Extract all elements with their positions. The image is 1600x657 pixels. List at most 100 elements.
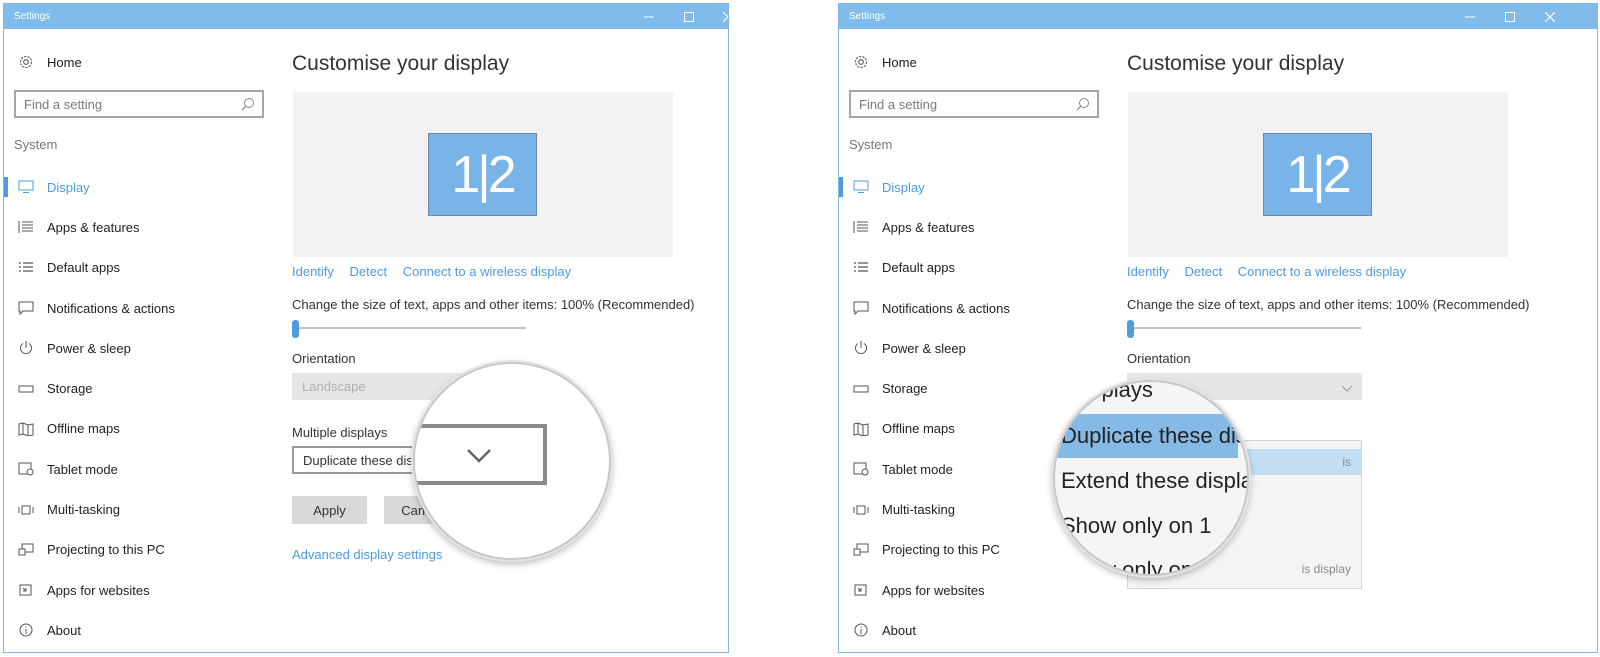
sidebar-item-label: Notifications & actions — [47, 300, 175, 316]
sidebar-item-label: Multi-tasking — [882, 502, 955, 518]
display-preview: 1|2 — [293, 92, 673, 257]
monitor-tile[interactable]: 1|2 — [1263, 133, 1372, 216]
wireless-display-link[interactable]: Connect to a wireless display — [403, 264, 571, 279]
sidebar-item-label: Apps for websites — [47, 582, 150, 598]
search-icon[interactable] — [1076, 97, 1090, 116]
sidebar-item-display[interactable]: Display — [839, 167, 1109, 207]
sidebar-item-storage[interactable]: Storage — [4, 368, 274, 408]
info-icon — [853, 622, 869, 638]
search-field[interactable] — [849, 90, 1099, 118]
slider-track[interactable] — [1129, 327, 1361, 329]
storage-icon — [18, 381, 34, 397]
chevron-down-icon — [466, 448, 492, 469]
notification-icon — [853, 300, 869, 316]
sidebar-item-tablet-mode[interactable]: Tablet mode — [4, 449, 274, 489]
sidebar-item-label: Default apps — [47, 260, 120, 276]
sidebar-item-label: Projecting to this PC — [882, 542, 1000, 558]
map-icon — [853, 421, 869, 437]
sidebar-item-apps-features[interactable]: Apps & features — [839, 207, 1109, 247]
sidebar-item-multitasking[interactable]: Multi-tasking — [4, 489, 274, 529]
magnified-option: Extend these displays — [1061, 468, 1247, 493]
sidebar-item-label: Apps & features — [47, 219, 140, 235]
apply-button[interactable]: Apply — [292, 496, 367, 524]
home-label: Home — [882, 54, 917, 70]
sidebar-item-label: Storage — [47, 381, 93, 397]
sidebar-item-notifications[interactable]: Notifications & actions — [839, 288, 1109, 328]
list-icon — [853, 219, 869, 235]
search-field[interactable] — [14, 90, 264, 118]
sidebar-item-display[interactable]: Display — [4, 167, 274, 207]
sidebar-item-label: About — [882, 622, 916, 638]
slider-track[interactable] — [294, 327, 526, 329]
chevron-down-icon — [1341, 380, 1353, 398]
detect-link[interactable]: Detect — [1185, 264, 1223, 279]
orientation-label: Orientation — [1127, 351, 1191, 366]
scale-label: Change the size of text, apps and other … — [292, 297, 695, 312]
magnified-option: Show only on 2 — [1061, 557, 1212, 576]
system-section-label: System — [849, 137, 893, 152]
home-label: Home — [47, 54, 82, 70]
page-title: Customise your display — [1127, 52, 1345, 75]
sidebar-item-label: About — [47, 622, 81, 638]
slider-thumb[interactable] — [1127, 320, 1134, 338]
search-input[interactable] — [859, 96, 1069, 112]
sidebar-item-apps-websites[interactable]: Apps for websites — [4, 570, 274, 610]
power-icon — [853, 340, 869, 356]
identify-link[interactable]: Identify — [1127, 264, 1169, 279]
sidebar-item-label: Storage — [882, 381, 928, 397]
magnified-option: Show only on 1 — [1061, 513, 1212, 538]
sidebar-item-label: Apps for websites — [882, 582, 985, 598]
sidebar-item-about[interactable]: About — [839, 610, 1109, 650]
info-icon — [18, 622, 34, 638]
magnified-option-selected: Duplicate these displays — [1055, 414, 1247, 458]
sidebar-item-notifications[interactable]: Notifications & actions — [4, 288, 274, 328]
notification-icon — [18, 300, 34, 316]
page-title: Customise your display — [292, 52, 510, 75]
system-section-label: System — [14, 137, 58, 152]
sidebar-item-label: Projecting to this PC — [47, 542, 165, 558]
multiple-displays-label: Multiple displays — [292, 425, 388, 440]
wireless-display-link[interactable]: Connect to a wireless display — [1238, 264, 1406, 279]
power-icon — [18, 340, 34, 356]
magnified-dropdown — [415, 424, 547, 485]
home-nav-item[interactable]: Home — [853, 54, 917, 70]
sidebar-item-label: Tablet mode — [882, 461, 953, 477]
display-links: Identify Detect Connect to a wireless di… — [292, 264, 583, 279]
monitor-tile[interactable]: 1|2 — [428, 133, 537, 216]
search-input[interactable] — [24, 96, 234, 112]
scale-slider[interactable] — [1127, 318, 1363, 338]
sidebar-item-default-apps[interactable]: Default apps — [839, 248, 1109, 288]
window-title: Settings — [14, 11, 51, 22]
identify-link[interactable]: Identify — [292, 264, 334, 279]
multitasking-icon — [18, 502, 34, 518]
display-links: Identify Detect Connect to a wireless di… — [1127, 264, 1418, 279]
home-nav-item[interactable]: Home — [18, 54, 82, 70]
sidebar-item-label: Display — [882, 179, 925, 195]
sidebar-item-apps-features[interactable]: Apps & features — [4, 207, 274, 247]
scale-label: Change the size of text, apps and other … — [1127, 297, 1530, 312]
sidebar-item-about[interactable]: About — [4, 610, 274, 650]
sidebar-item-apps-websites[interactable]: Apps for websites — [839, 570, 1109, 610]
magnified-option: e displays — [1055, 380, 1153, 402]
scale-slider[interactable] — [292, 318, 528, 338]
apps-websites-icon — [853, 582, 869, 598]
sidebar-item-offline-maps[interactable]: Offline maps — [4, 409, 274, 449]
sidebar-item-power-sleep[interactable]: Power & sleep — [839, 328, 1109, 368]
advanced-display-settings-link[interactable]: Advanced display settings — [292, 547, 442, 562]
sidebar-item-label: Offline maps — [47, 421, 120, 437]
apps-websites-icon — [18, 582, 34, 598]
slider-thumb[interactable] — [292, 320, 299, 338]
sidebar-item-label: Notifications & actions — [882, 300, 1010, 316]
search-icon[interactable] — [241, 97, 255, 116]
tablet-icon — [18, 461, 34, 477]
gear-icon — [18, 54, 34, 70]
multitasking-icon — [853, 502, 869, 518]
monitor-icon — [18, 179, 34, 195]
sidebar-item-power-sleep[interactable]: Power & sleep — [4, 328, 274, 368]
detect-link[interactable]: Detect — [350, 264, 388, 279]
list-icon — [18, 219, 34, 235]
sidebar-item-projecting[interactable]: Projecting to this PC — [4, 530, 274, 570]
default-apps-icon — [18, 260, 34, 276]
sidebar-nav: Display Apps & features Default apps Not… — [4, 167, 274, 651]
sidebar-item-default-apps[interactable]: Default apps — [4, 248, 274, 288]
